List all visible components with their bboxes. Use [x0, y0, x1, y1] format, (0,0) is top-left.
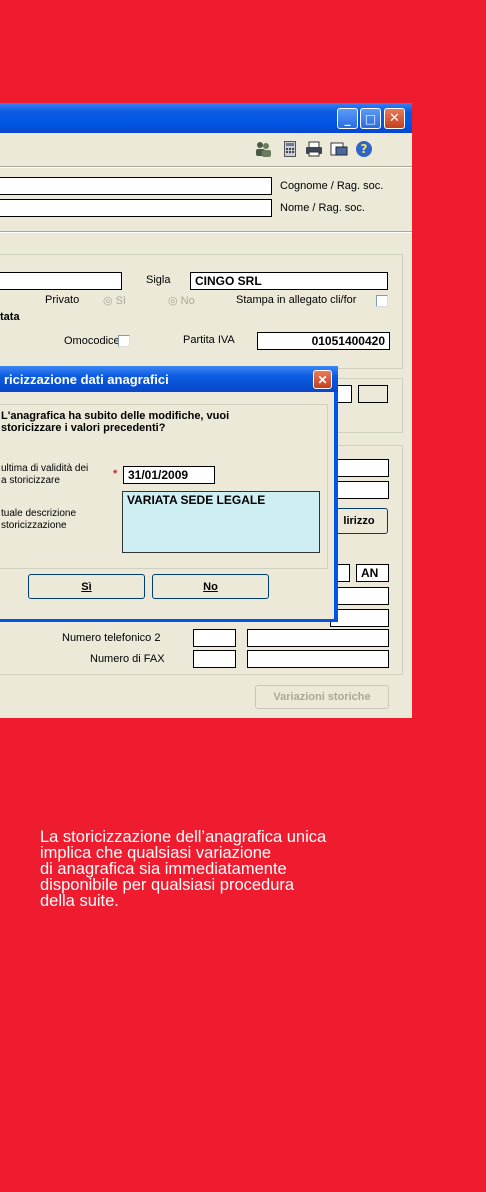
toolbar-divider [0, 166, 412, 168]
dialog-close-button[interactable]: ✕ [313, 370, 332, 389]
caption-line: disponibile per qualsiasi procedura [40, 876, 295, 894]
address-field-2[interactable] [330, 481, 389, 499]
caption-text: La storicizzazione dell’anagrafica unica… [40, 828, 460, 910]
tel2-number-field[interactable] [247, 629, 389, 647]
date-field[interactable]: 31/01/2009 [123, 466, 215, 484]
close-icon: ✕ [317, 372, 328, 387]
calculator-icon[interactable] [281, 140, 299, 158]
no-button[interactable]: No [152, 574, 269, 599]
address-field-1[interactable] [330, 459, 389, 477]
svg-text:?: ? [361, 142, 368, 156]
nome-field[interactable] [0, 199, 272, 217]
cognome-label: Cognome / Rag. soc. [280, 180, 384, 192]
maximize-button[interactable]: □ [360, 108, 381, 129]
storicizzazione-dialog: ricizzazione dati anagrafici ✕ L'anagraf… [0, 366, 338, 622]
date-label-line1: ultima di validità dei [1, 463, 89, 474]
partita-iva-label: Partita IVA [183, 334, 235, 346]
printer-icon[interactable] [305, 140, 323, 158]
privato-si-radio[interactable]: ◎ Sì [103, 294, 126, 307]
sigla-label: Sigla [146, 274, 171, 286]
yes-button[interactable]: Sì [28, 574, 145, 599]
dialog-title: ricizzazione dati anagrafici [0, 366, 338, 392]
radio-icon: ◎ [103, 295, 113, 307]
fax-number-field[interactable] [247, 650, 389, 668]
variazioni-storiche-button[interactable]: Variazioni storiche [255, 685, 389, 709]
yes-button-label: Sì [81, 580, 92, 593]
close-icon: ✕ [389, 111, 400, 126]
provincia-field[interactable]: AN [356, 564, 389, 582]
close-button[interactable]: ✕ [384, 108, 405, 129]
privato-no-label: No [180, 295, 195, 307]
maximize-icon: □ [364, 111, 377, 126]
address-field-4[interactable] [330, 609, 389, 627]
sigla-field[interactable]: CINGO SRL [190, 272, 388, 290]
fax-label: Numero di FAX [90, 653, 165, 665]
code-field-2[interactable] [358, 385, 388, 403]
tel2-prefix-field[interactable] [193, 629, 236, 647]
nome-label: Nome / Rag. soc. [280, 202, 365, 214]
help-icon[interactable]: ? [355, 140, 373, 158]
tel2-label: Numero telefonico 2 [62, 632, 161, 644]
cognome-field[interactable] [0, 177, 272, 195]
no-button-label: No [203, 580, 218, 593]
dialog-body: L'anagrafica ha subito delle modifiche, … [0, 392, 334, 619]
date-label-line2: a storicizzare [1, 475, 60, 486]
minimize-icon: _ [344, 111, 351, 126]
privato-si-label: Sì [115, 295, 127, 307]
minimize-button[interactable]: _ [337, 108, 358, 129]
omocodice-label: Omocodice [64, 335, 120, 347]
denominazione-field[interactable] [0, 272, 122, 290]
window-titlebar: _ □ ✕ [0, 103, 412, 133]
fax-prefix-field[interactable] [193, 650, 236, 668]
radio-icon: ◎ [168, 295, 178, 307]
required-mark: * [113, 468, 118, 480]
desc-label-line1: tuale descrizione [1, 508, 77, 519]
desc-label-line2: storicizzazione [1, 520, 67, 531]
print-preview-icon[interactable] [330, 140, 348, 158]
omocodice-checkbox[interactable] [118, 335, 130, 347]
section-divider [0, 231, 412, 233]
description-textarea[interactable]: VARIATA SEDE LEGALE [122, 491, 320, 553]
question-line2: storicizzare i valori precedenti? [1, 422, 166, 434]
privato-label: Privato [45, 294, 80, 306]
partita-iva-field[interactable]: 01051400420 [257, 332, 390, 350]
caption-line: di anagrafica sia immediatamente [40, 860, 287, 878]
stampa-label: Stampa in allegato cli/for [236, 294, 357, 306]
indirizzo-button[interactable]: lirizzo [330, 508, 388, 534]
caption-line: della suite. [40, 892, 119, 910]
section-label: tata [0, 311, 20, 323]
application-window: _ □ ✕ ? Cognome / Rag. soc. Nome / Rag. … [0, 103, 412, 718]
people-icon[interactable] [254, 140, 272, 158]
address-field-3[interactable] [330, 587, 389, 605]
caption-line: La storicizzazione dell’anagrafica unica [40, 828, 327, 846]
privato-no-radio[interactable]: ◎ No [168, 294, 195, 307]
question-line1: L'anagrafica ha subito delle modifiche, … [1, 410, 230, 422]
stampa-checkbox[interactable] [376, 295, 388, 307]
caption-line: implica che qualsiasi variazione [40, 844, 272, 862]
